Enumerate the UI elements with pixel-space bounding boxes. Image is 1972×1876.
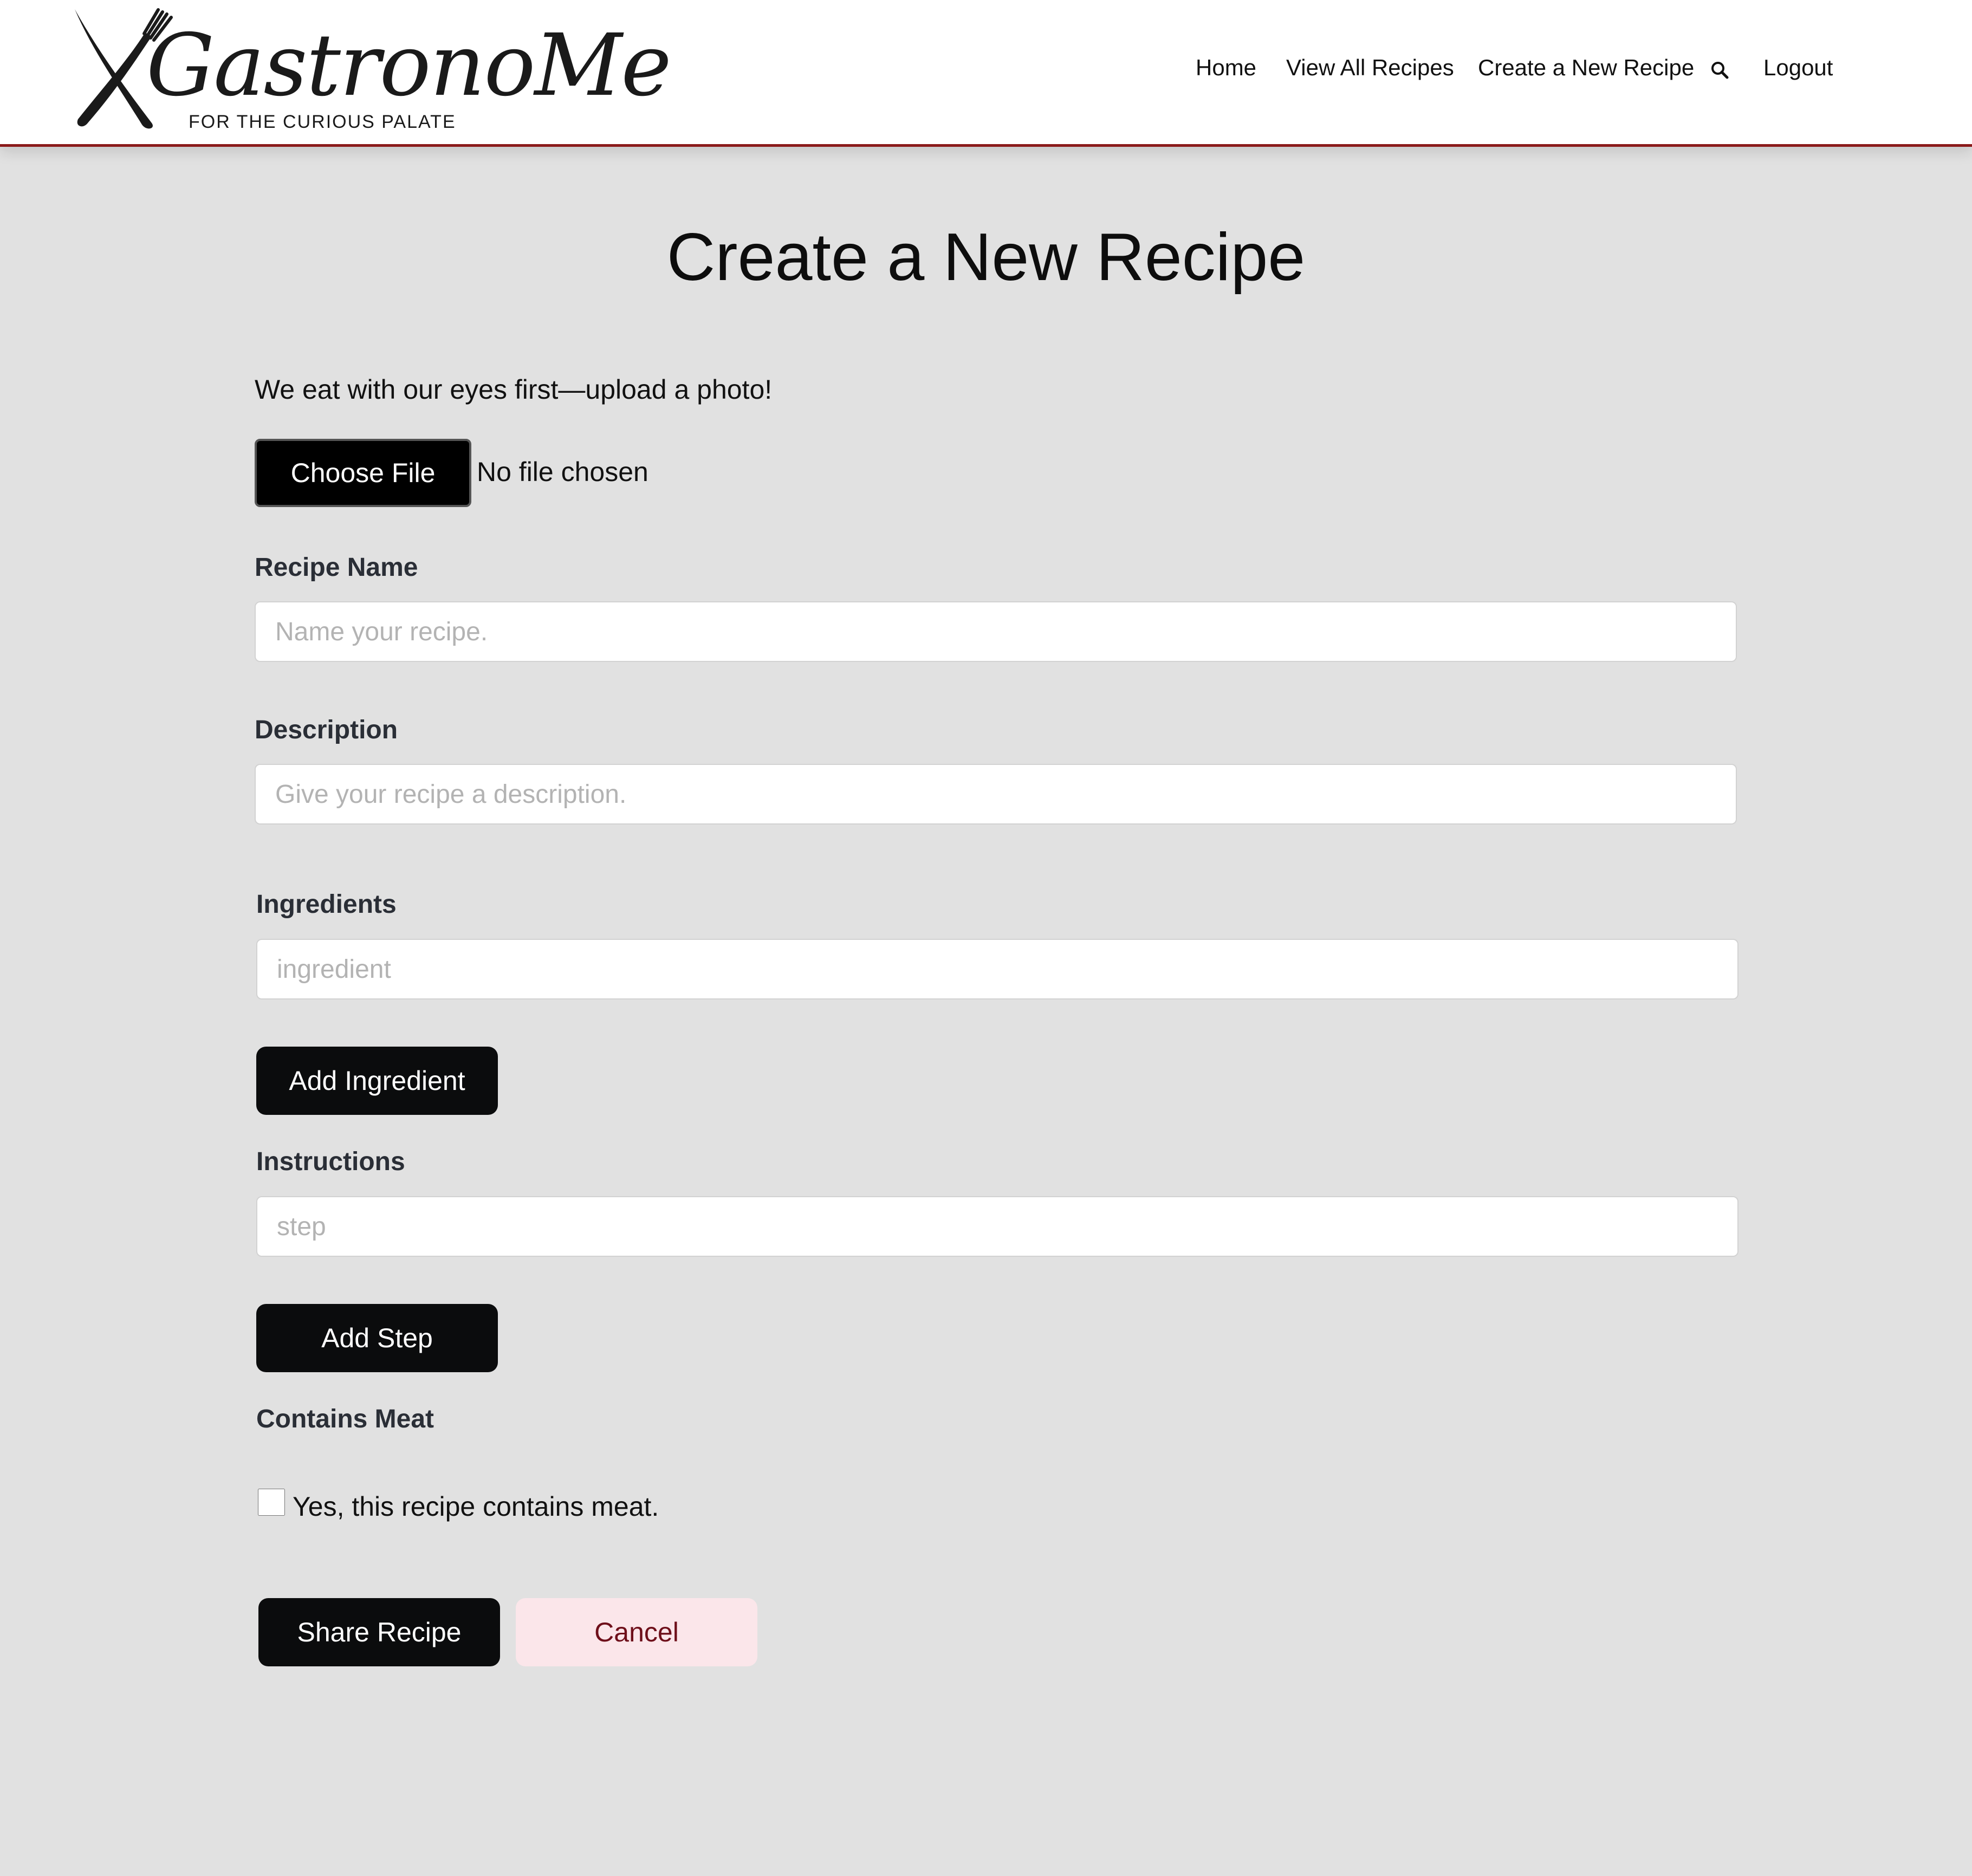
nav-create-recipe[interactable]: Create a New Recipe: [1478, 55, 1694, 80]
nav-home[interactable]: Home: [1196, 55, 1256, 80]
add-ingredient-button[interactable]: Add Ingredient: [256, 1047, 498, 1115]
ingredient-input[interactable]: [256, 939, 1739, 999]
recipe-name-input[interactable]: [255, 601, 1737, 662]
ingredients-label: Ingredients: [256, 890, 397, 919]
contains-meat-checkbox-label[interactable]: Yes, this recipe contains meat.: [293, 1491, 659, 1522]
description-label: Description: [255, 716, 398, 744]
choose-file-button[interactable]: Choose File: [255, 439, 471, 507]
nav-logout[interactable]: Logout: [1763, 55, 1833, 80]
nav-view-all-recipes[interactable]: View All Recipes: [1286, 55, 1454, 80]
file-status: No file chosen: [477, 457, 648, 487]
share-recipe-button[interactable]: Share Recipe: [258, 1598, 500, 1666]
main-nav: Home View All Recipes Create a New Recip…: [0, 0, 1972, 140]
instructions-label: Instructions: [256, 1147, 405, 1176]
search-icon[interactable]: [1709, 60, 1731, 81]
contains-meat-label: Contains Meat: [256, 1405, 434, 1433]
page-title: Create a New Recipe: [666, 220, 1306, 295]
cancel-button[interactable]: Cancel: [516, 1598, 757, 1666]
description-input[interactable]: [255, 764, 1737, 825]
top-navbar: GastronoMe FOR THE CURIOUS PALATE Home V…: [0, 0, 1972, 147]
recipe-name-label: Recipe Name: [255, 553, 418, 582]
add-step-button[interactable]: Add Step: [256, 1304, 498, 1372]
contains-meat-checkbox[interactable]: [258, 1489, 285, 1516]
step-input[interactable]: [256, 1196, 1739, 1257]
photo-upload-prompt: We eat with our eyes first—upload a phot…: [255, 374, 773, 405]
